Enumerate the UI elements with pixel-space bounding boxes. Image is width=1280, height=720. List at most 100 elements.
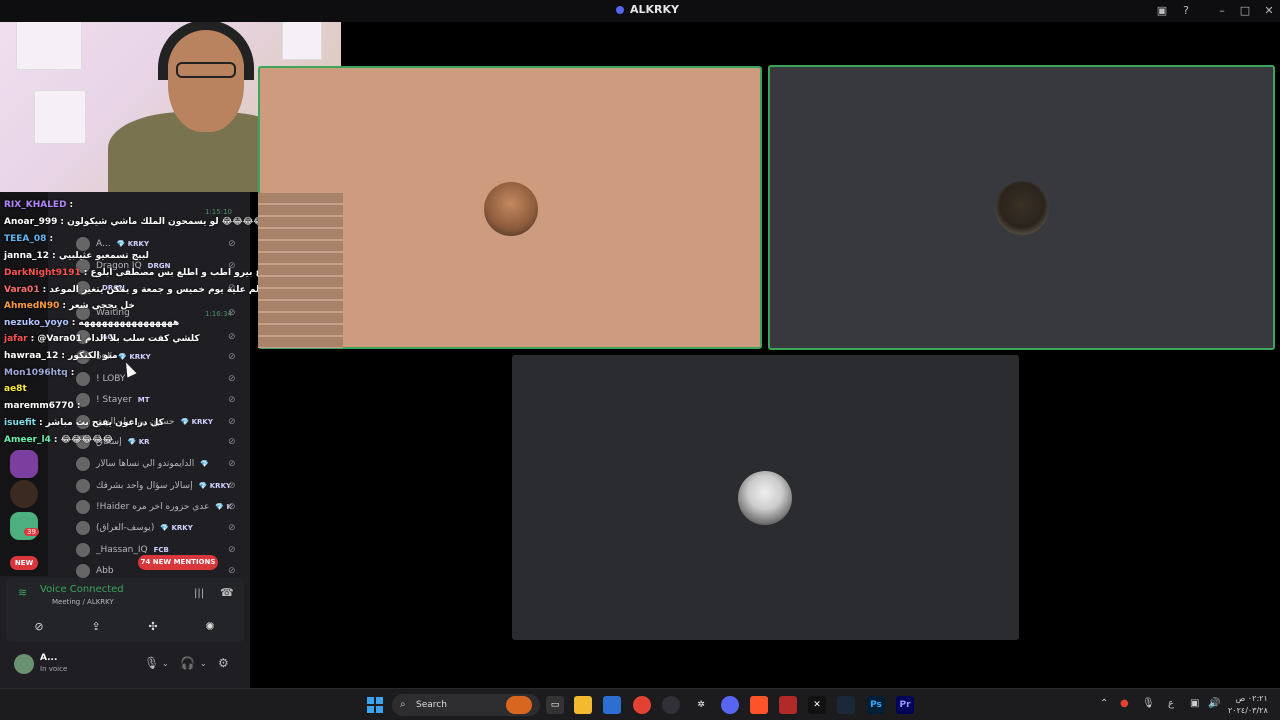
chat-username: maremm6770 <box>4 401 74 411</box>
search-icon: ⌕ <box>400 699 406 710</box>
microphone-icon[interactable]: 🎙 <box>1142 698 1155 709</box>
camera-toggle-button[interactable]: ⊘ <box>16 616 62 638</box>
close-button[interactable]: ✕ <box>1260 2 1278 20</box>
task-view-icon[interactable]: ▭ <box>546 696 564 714</box>
stream-background-strip <box>258 193 343 348</box>
settings-gear-icon[interactable]: ⚙ <box>218 656 229 670</box>
chat-text: : لبيج تسمعيو عثيلبيي <box>52 251 149 261</box>
language-indicator[interactable]: ع <box>1168 698 1174 709</box>
server-icon[interactable] <box>10 480 38 508</box>
participant-avatar <box>484 182 538 236</box>
photoshop-icon[interactable]: Ps <box>867 696 885 714</box>
disconnect-icon[interactable]: ☎ <box>220 586 234 599</box>
chat-text: : لو يسمحون الملك ماشي شيكولون 😂😂😂😂😂😂 <box>60 217 262 227</box>
screen-share-button[interactable]: ⇪ <box>73 616 119 638</box>
clock-date: ٢٠٢٤/٠٣/٢٨ <box>1228 706 1268 715</box>
voice-member[interactable]: (يوسف-العراق) 💎 KRKY ⊘ <box>76 518 236 538</box>
voice-member[interactable]: إسالار سؤال واحد بشرفك 💎 KRKY ⊘ <box>76 476 236 496</box>
deafened-icon: ⊘ <box>228 459 236 469</box>
chat-username: DarkNight9191 <box>4 268 81 278</box>
chat-text: : <box>69 200 74 210</box>
voice-status: Voice Connected <box>40 584 124 595</box>
file-explorer-icon[interactable] <box>574 696 592 714</box>
screen-share-icon[interactable]: ▣ <box>1153 2 1171 20</box>
window-titlebar: ALKRKY ▣ ? – □ ✕ <box>0 0 1280 22</box>
app-logo-icon <box>616 5 624 14</box>
chat-message: DarkNight9191: لبش الي شوكت مباوع بيرو ا… <box>4 268 262 278</box>
participant-tile-2[interactable] <box>768 65 1275 350</box>
chrome-icon[interactable] <box>633 696 651 714</box>
chevron-down-icon[interactable]: ⌄ <box>162 659 169 668</box>
volume-icon[interactable]: 🔊 <box>1208 698 1220 709</box>
avatar <box>76 500 90 514</box>
chevron-up-icon[interactable]: ⌃ <box>1100 698 1108 709</box>
avatar <box>76 479 90 493</box>
chat-username: Mon1096htq <box>4 368 68 378</box>
member-name: Abb <box>96 566 114 576</box>
deafened-icon: ⊘ <box>228 502 236 512</box>
discord-icon[interactable] <box>721 696 739 714</box>
chat-message: Ameer_l4: 😂😂😂😂😂 <box>4 435 113 445</box>
chat-timestamp: 1:16:34 <box>205 310 232 318</box>
chat-username: hawraa_12 <box>4 351 59 361</box>
widget-icon[interactable] <box>506 696 532 714</box>
voice-member[interactable]: الدايموندو الي نساها سالار 💎 ⊘ <box>76 454 236 474</box>
network-icon[interactable]: ▣ <box>1190 698 1199 709</box>
participant-avatar <box>995 181 1049 235</box>
server-mention-badge: 39 <box>24 528 39 536</box>
app-icon[interactable] <box>779 696 797 714</box>
noise-suppression-icon[interactable]: ||| <box>194 588 204 599</box>
steam-like-icon[interactable]: ✲ <box>692 696 710 714</box>
avatar <box>76 543 90 557</box>
headphones-icon[interactable]: 🎧 <box>180 656 195 670</box>
premiere-icon[interactable]: Pr <box>896 696 914 714</box>
member-name: الدايموندو الي نساها سالار <box>96 459 195 469</box>
voice-connected-panel: ≋ Voice Connected Meeting / ALKRKY ||| ☎… <box>6 578 244 642</box>
microphone-icon[interactable]: 🎙 <box>144 656 159 670</box>
signal-icon[interactable]: ≋ <box>18 586 27 599</box>
chat-text: : <box>76 401 81 411</box>
new-mentions-pill[interactable]: 74 NEW MENTIONS <box>138 555 218 570</box>
member-tag: FCB <box>153 546 169 554</box>
member-name: !Haider عدي حزوره اخر مره <box>96 502 210 512</box>
participant-tile-3[interactable] <box>512 355 1019 640</box>
chat-message: janna_12: لبيج تسمعيو عثيلبيي <box>4 251 149 261</box>
deafened-icon: ⊘ <box>228 566 236 576</box>
chat-username: Ameer_l4 <box>4 435 51 445</box>
member-name: إسالار سؤال واحد بشرفك <box>96 481 193 491</box>
chat-text: : <box>49 234 54 244</box>
maximize-button[interactable]: □ <box>1236 2 1254 20</box>
avatar[interactable] <box>14 654 34 674</box>
chat-message: TEEA_08: <box>4 234 53 244</box>
windows-start-icon[interactable] <box>367 697 383 713</box>
soundboard-button[interactable]: ✺ <box>187 616 233 638</box>
chat-username: RIX_KHALED <box>4 200 67 210</box>
server-icon-craft[interactable] <box>10 450 38 478</box>
clock-time: ٠٢:٢١ ص <box>1235 694 1268 703</box>
server-icon[interactable]: 39 <box>10 512 39 540</box>
chat-username: Anoar_999 <box>4 217 58 227</box>
chat-message: Vara01: تكلم علية يوم خميس و جمعة و يمكن… <box>4 285 262 295</box>
help-icon[interactable]: ? <box>1177 2 1195 20</box>
chat-username: nezuko_yoyo <box>4 318 69 328</box>
store-icon[interactable] <box>603 696 621 714</box>
app-icon[interactable] <box>662 696 680 714</box>
voice-channel-name[interactable]: Meeting / ALKRKY <box>52 598 114 606</box>
chat-message: isuefit: كل دراعون يفتح بث مباشر <box>4 418 164 428</box>
avatar <box>76 564 90 578</box>
brave-icon[interactable] <box>750 696 768 714</box>
minimize-button[interactable]: – <box>1213 2 1231 20</box>
activities-button[interactable]: ✣ <box>130 616 176 638</box>
voice-member[interactable]: !Haider عدي حزوره اخر مره 💎 K ⊘ <box>76 497 236 517</box>
steam-icon[interactable] <box>837 696 855 714</box>
new-badge[interactable]: NEW <box>10 556 38 570</box>
member-name: (يوسف-العراق) <box>96 523 155 533</box>
chevron-down-icon[interactable]: ⌄ <box>200 659 207 668</box>
chat-text: : <box>70 368 75 378</box>
taskbar-clock[interactable]: ٠٢:٢١ ص ٢٠٢٤/٠٣/٢٨ <box>1228 693 1268 717</box>
shelf-frame <box>16 18 82 70</box>
capcut-icon[interactable]: ✕ <box>808 696 826 714</box>
tray-app-icon[interactable]: ● <box>1120 698 1129 709</box>
chat-text: : 😂😂😂😂😂 <box>53 435 114 445</box>
chat-message: ae8t <box>4 384 30 394</box>
